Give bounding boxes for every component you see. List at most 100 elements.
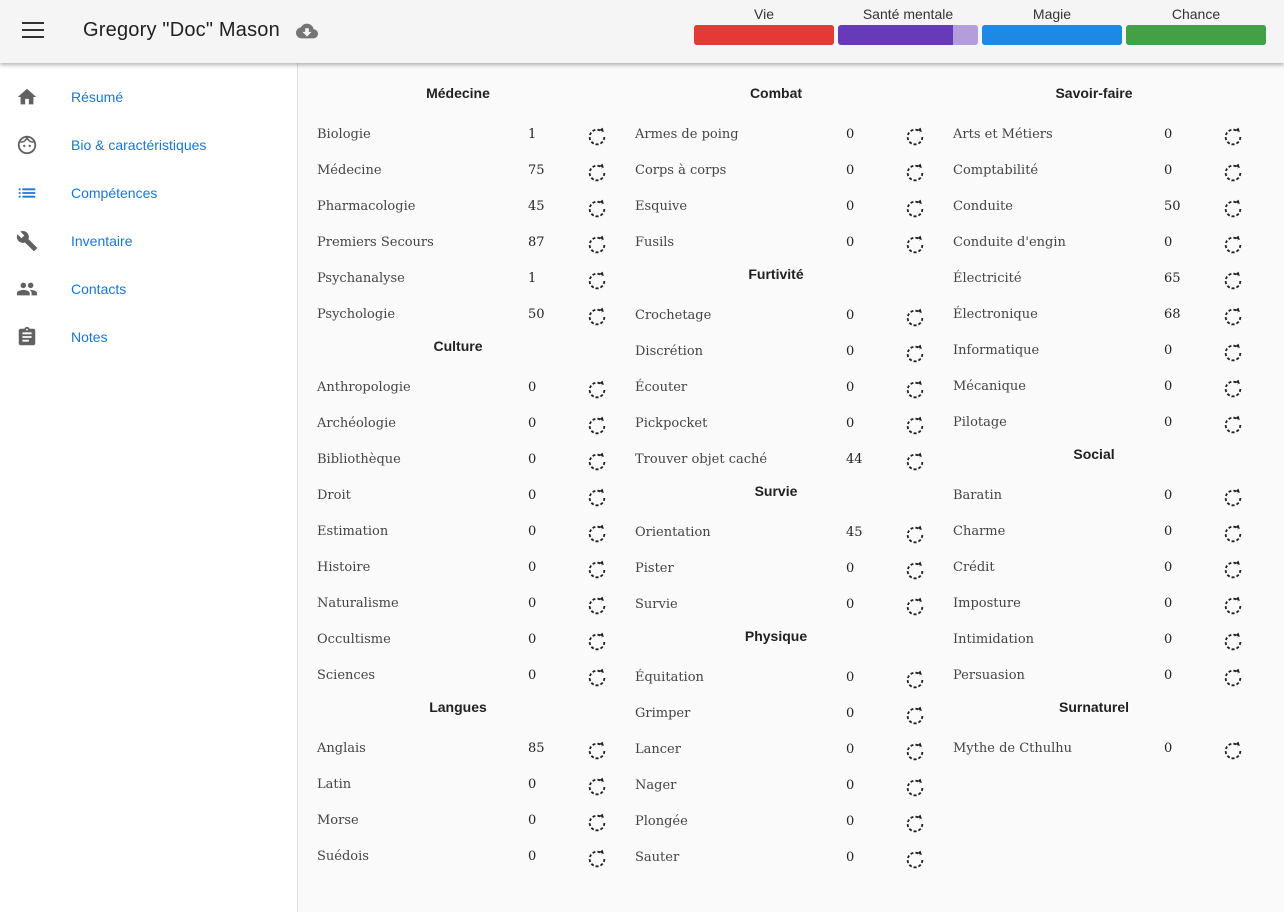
sidebar-item-0[interactable]: Résumé xyxy=(0,74,298,122)
skill-value[interactable]: 0 xyxy=(528,668,536,683)
dice-roll-icon[interactable] xyxy=(1222,126,1244,148)
stat-bar[interactable] xyxy=(694,25,834,45)
dice-roll-icon[interactable] xyxy=(1222,667,1244,689)
skill-value[interactable]: 0 xyxy=(846,199,854,214)
dice-roll-icon[interactable] xyxy=(586,270,608,292)
skill-value[interactable]: 0 xyxy=(528,488,536,503)
dice-roll-icon[interactable] xyxy=(904,379,926,401)
dice-roll-icon[interactable] xyxy=(1222,270,1244,292)
dice-roll-icon[interactable] xyxy=(904,813,926,835)
sidebar-item-4[interactable]: Contacts xyxy=(0,266,298,314)
skill-value[interactable]: 0 xyxy=(846,344,854,359)
stat-bar[interactable] xyxy=(838,25,978,45)
sidebar-item-5[interactable]: Notes xyxy=(0,314,298,362)
dice-roll-icon[interactable] xyxy=(904,451,926,473)
dice-roll-icon[interactable] xyxy=(586,487,608,509)
dice-roll-icon[interactable] xyxy=(1222,487,1244,509)
dice-roll-icon[interactable] xyxy=(586,234,608,256)
stat-bar[interactable] xyxy=(1126,25,1266,45)
dice-roll-icon[interactable] xyxy=(1222,559,1244,581)
skill-value[interactable]: 65 xyxy=(1164,271,1181,286)
dice-roll-icon[interactable] xyxy=(1222,234,1244,256)
dice-roll-icon[interactable] xyxy=(904,198,926,220)
dice-roll-icon[interactable] xyxy=(1222,306,1244,328)
dice-roll-icon[interactable] xyxy=(1222,595,1244,617)
skill-value[interactable]: 0 xyxy=(846,597,854,612)
dice-roll-icon[interactable] xyxy=(904,741,926,763)
skill-value[interactable]: 0 xyxy=(1164,379,1172,394)
skill-value[interactable]: 0 xyxy=(1164,741,1172,756)
dice-roll-icon[interactable] xyxy=(904,777,926,799)
skill-value[interactable]: 1 xyxy=(528,127,536,142)
dice-roll-icon[interactable] xyxy=(586,740,608,762)
skill-value[interactable]: 0 xyxy=(1164,127,1172,142)
dice-roll-icon[interactable] xyxy=(586,776,608,798)
dice-roll-icon[interactable] xyxy=(1222,198,1244,220)
dice-roll-icon[interactable] xyxy=(904,669,926,691)
skill-value[interactable]: 0 xyxy=(1164,163,1172,178)
dice-roll-icon[interactable] xyxy=(904,415,926,437)
skill-value[interactable]: 0 xyxy=(846,706,854,721)
menu-icon[interactable] xyxy=(22,22,44,40)
skill-value[interactable]: 0 xyxy=(846,163,854,178)
dice-roll-icon[interactable] xyxy=(586,198,608,220)
skill-value[interactable]: 50 xyxy=(1164,199,1181,214)
skill-value[interactable]: 0 xyxy=(846,380,854,395)
skill-value[interactable]: 44 xyxy=(846,452,863,467)
skill-value[interactable]: 0 xyxy=(528,813,536,828)
dice-roll-icon[interactable] xyxy=(904,162,926,184)
dice-roll-icon[interactable] xyxy=(586,812,608,834)
skill-value[interactable]: 0 xyxy=(846,308,854,323)
dice-roll-icon[interactable] xyxy=(586,559,608,581)
skill-value[interactable]: 0 xyxy=(1164,524,1172,539)
dice-roll-icon[interactable] xyxy=(904,596,926,618)
skill-value[interactable]: 0 xyxy=(528,777,536,792)
skill-value[interactable]: 0 xyxy=(528,416,536,431)
skill-value[interactable]: 0 xyxy=(528,452,536,467)
dice-roll-icon[interactable] xyxy=(904,560,926,582)
skill-value[interactable]: 0 xyxy=(1164,343,1172,358)
skill-value[interactable]: 0 xyxy=(846,127,854,142)
skill-value[interactable]: 0 xyxy=(846,670,854,685)
dice-roll-icon[interactable] xyxy=(586,595,608,617)
stat-bar[interactable] xyxy=(982,25,1122,45)
skill-value[interactable]: 0 xyxy=(846,416,854,431)
dice-roll-icon[interactable] xyxy=(904,307,926,329)
dice-roll-icon[interactable] xyxy=(904,343,926,365)
skill-value[interactable]: 0 xyxy=(528,632,536,647)
skill-value[interactable]: 0 xyxy=(528,380,536,395)
skill-value[interactable]: 0 xyxy=(846,561,854,576)
skill-value[interactable]: 0 xyxy=(1164,560,1172,575)
sidebar-item-3[interactable]: Inventaire xyxy=(0,218,298,266)
skill-value[interactable]: 0 xyxy=(846,235,854,250)
dice-roll-icon[interactable] xyxy=(904,126,926,148)
dice-roll-icon[interactable] xyxy=(586,667,608,689)
dice-roll-icon[interactable] xyxy=(586,379,608,401)
dice-roll-icon[interactable] xyxy=(1222,631,1244,653)
skill-value[interactable]: 1 xyxy=(528,271,536,286)
skill-value[interactable]: 75 xyxy=(528,163,545,178)
sidebar-item-1[interactable]: Bio & caractéristiques xyxy=(0,122,298,170)
dice-roll-icon[interactable] xyxy=(586,848,608,870)
skill-value[interactable]: 0 xyxy=(1164,488,1172,503)
dice-roll-icon[interactable] xyxy=(586,126,608,148)
skill-value[interactable]: 0 xyxy=(846,850,854,865)
skill-value[interactable]: 0 xyxy=(1164,235,1172,250)
cloud-download-icon[interactable] xyxy=(294,20,320,42)
dice-roll-icon[interactable] xyxy=(586,523,608,545)
sidebar-item-2[interactable]: Compétences xyxy=(0,170,298,218)
dice-roll-icon[interactable] xyxy=(904,849,926,871)
skill-value[interactable]: 0 xyxy=(846,778,854,793)
skill-value[interactable]: 0 xyxy=(846,814,854,829)
dice-roll-icon[interactable] xyxy=(904,234,926,256)
dice-roll-icon[interactable] xyxy=(586,162,608,184)
dice-roll-icon[interactable] xyxy=(1222,378,1244,400)
skill-value[interactable]: 0 xyxy=(528,849,536,864)
skill-value[interactable]: 0 xyxy=(528,596,536,611)
skill-value[interactable]: 0 xyxy=(528,560,536,575)
skill-value[interactable]: 87 xyxy=(528,235,545,250)
dice-roll-icon[interactable] xyxy=(904,524,926,546)
dice-roll-icon[interactable] xyxy=(586,415,608,437)
skill-value[interactable]: 0 xyxy=(1164,632,1172,647)
skill-value[interactable]: 68 xyxy=(1164,307,1181,322)
